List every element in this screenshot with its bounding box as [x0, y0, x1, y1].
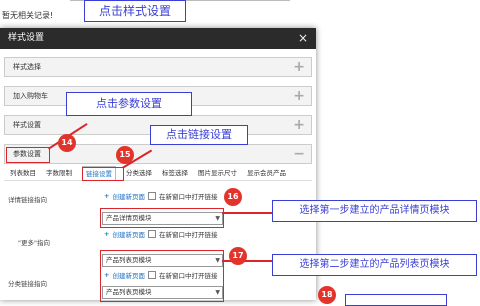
annotation-step1: 选择第一步建立的产品详情页模块 [272, 200, 477, 222]
annotation-click-link: 点击链接设置 [150, 125, 248, 145]
highlight-param-settings [6, 147, 50, 163]
collapse-icon[interactable]: − [293, 145, 305, 163]
param-tabs: 列表数目 字数限制 链接设置 分类选择 标签选择 图片显示尺寸 显示会员产品 [4, 166, 312, 181]
callout-line-step1 [222, 212, 276, 214]
expand-icon[interactable]: + [293, 87, 305, 105]
background-note: 暂无相关记录! [2, 11, 54, 20]
add-icon: + [104, 230, 110, 238]
tab-word-limit[interactable]: 字数限制 [46, 166, 72, 180]
tab-list-count[interactable]: 列表数目 [10, 166, 36, 180]
step-badge-15: 15 [116, 146, 134, 164]
panel-style-select[interactable]: 样式选择 + [4, 57, 312, 77]
expand-icon[interactable]: + [293, 116, 305, 134]
more-link-label: "更多"指向 [18, 239, 50, 247]
dialog-title: 样式设置 [8, 33, 45, 43]
create-page-link[interactable]: 创建新页面 [112, 229, 145, 239]
new-window-checkbox[interactable] [147, 230, 156, 238]
new-window-label: 在新窗口中打开链接 [158, 193, 218, 201]
detail-action-row: + 创建新页面 在新窗口中打开链接 [104, 191, 217, 201]
expand-icon[interactable]: + [293, 58, 305, 76]
tab-category[interactable]: 分类选择 [126, 166, 152, 180]
highlight-list-select [100, 250, 224, 302]
panel-label: 样式选择 [13, 63, 41, 71]
panel-label: 加入购物车 [13, 92, 48, 100]
step-badge-17: 17 [229, 247, 247, 265]
step-badge-14: 14 [58, 134, 76, 152]
annotation-step2: 选择第二步建立的产品列表页模块 [272, 254, 477, 276]
tab-member-products[interactable]: 显示会员产品 [247, 166, 286, 180]
detail-link-label: 详情链接指向 [8, 196, 47, 204]
add-icon: + [104, 192, 110, 200]
tab-tags[interactable]: 标签选择 [162, 166, 188, 180]
create-page-link[interactable]: 创建新页面 [112, 191, 145, 201]
tab-image-size[interactable]: 图片显示尺寸 [198, 166, 237, 180]
category-link-label: 分类链接指向 [8, 280, 47, 288]
annotation-step3-partial [345, 294, 447, 306]
annotation-click-params: 点击参数设置 [66, 92, 192, 116]
close-icon[interactable]: × [298, 28, 308, 49]
more-action-row: + 创建新页面 在新窗口中打开链接 [104, 229, 217, 239]
dialog-titlebar: 样式设置 × [0, 28, 316, 49]
step-badge-18: 18 [318, 286, 336, 304]
highlight-detail-select [100, 208, 224, 228]
panel-label: 样式设置 [13, 121, 41, 129]
highlight-link-tab [82, 167, 124, 181]
annotation-click-style: 点击样式设置 [84, 0, 186, 22]
step-badge-16: 16 [224, 188, 242, 206]
new-window-label: 在新窗口中打开链接 [158, 231, 218, 239]
new-window-checkbox[interactable] [147, 192, 156, 200]
